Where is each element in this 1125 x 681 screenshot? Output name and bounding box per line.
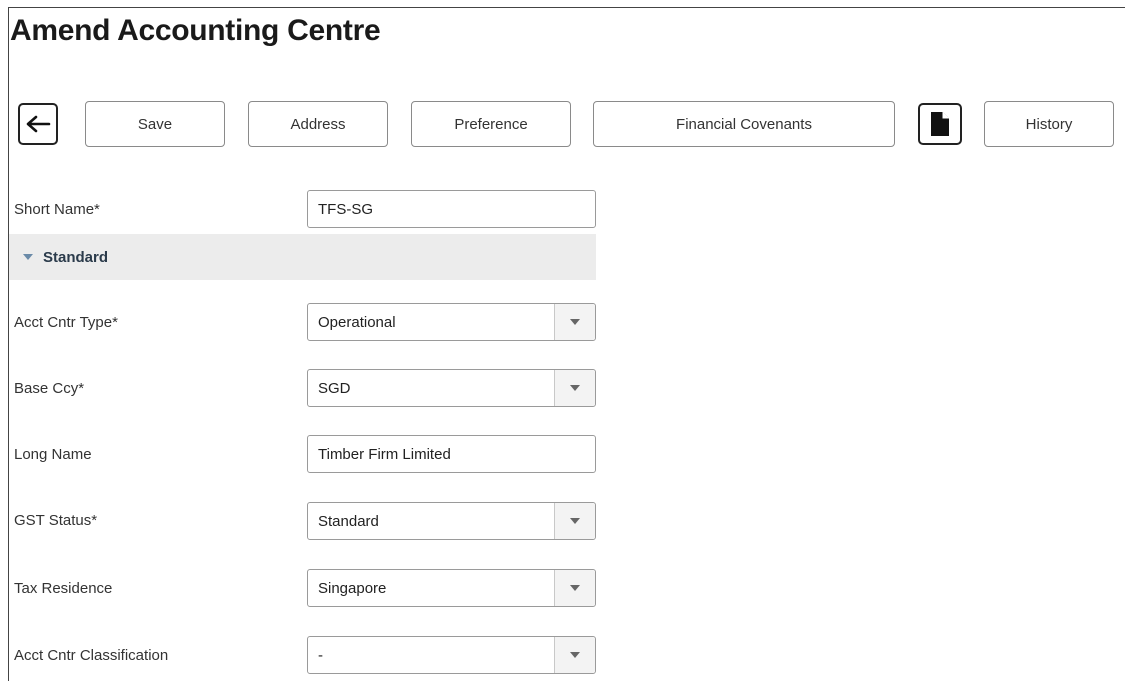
long-name-input[interactable]: Timber Firm Limited: [307, 435, 596, 473]
acct-cntr-classification-select[interactable]: -: [307, 636, 596, 674]
acct-cntr-type-label: Acct Cntr Type*: [14, 314, 118, 331]
short-name-input[interactable]: TFS-SG: [307, 190, 596, 228]
base-ccy-select[interactable]: SGD: [307, 369, 596, 407]
dropdown-arrow[interactable]: [554, 637, 595, 673]
tax-residence-select[interactable]: Singapore: [307, 569, 596, 607]
history-button[interactable]: History: [984, 101, 1114, 147]
tax-residence-label: Tax Residence: [14, 580, 113, 597]
page-title: Amend Accounting Centre: [10, 14, 381, 47]
dropdown-arrow[interactable]: [554, 503, 595, 539]
chevron-down-icon: [570, 319, 580, 325]
gst-status-select[interactable]: Standard: [307, 502, 596, 540]
long-name-label: Long Name: [14, 446, 92, 463]
acct-cntr-type-value: Operational: [318, 313, 396, 331]
dropdown-arrow[interactable]: [554, 370, 595, 406]
chevron-down-icon: [570, 518, 580, 524]
document-button[interactable]: [918, 103, 962, 145]
dropdown-arrow[interactable]: [554, 570, 595, 606]
address-button[interactable]: Address: [248, 101, 388, 147]
chevron-down-icon: [570, 385, 580, 391]
preference-button[interactable]: Preference: [411, 101, 571, 147]
section-standard-header[interactable]: Standard: [9, 234, 596, 280]
dropdown-arrow[interactable]: [554, 304, 595, 340]
back-button[interactable]: [18, 103, 58, 145]
arrow-left-icon: [26, 115, 51, 133]
caret-down-icon: [23, 254, 33, 260]
gst-status-value: Standard: [318, 512, 379, 530]
gst-status-label: GST Status*: [14, 512, 98, 529]
base-ccy-label: Base Ccy*: [14, 380, 85, 397]
chevron-down-icon: [570, 652, 580, 658]
financial-covenants-button[interactable]: Financial Covenants: [593, 101, 895, 147]
document-icon: [931, 112, 949, 136]
base-ccy-value: SGD: [318, 379, 351, 397]
tax-residence-value: Singapore: [318, 579, 387, 597]
acct-cntr-classification-value: -: [318, 646, 323, 664]
acct-cntr-type-select[interactable]: Operational: [307, 303, 596, 341]
section-standard-label: Standard: [43, 248, 109, 266]
chevron-down-icon: [570, 585, 580, 591]
save-button[interactable]: Save: [85, 101, 225, 147]
acct-cntr-classification-label: Acct Cntr Classification: [14, 647, 169, 664]
short-name-label: Short Name*: [14, 201, 100, 218]
